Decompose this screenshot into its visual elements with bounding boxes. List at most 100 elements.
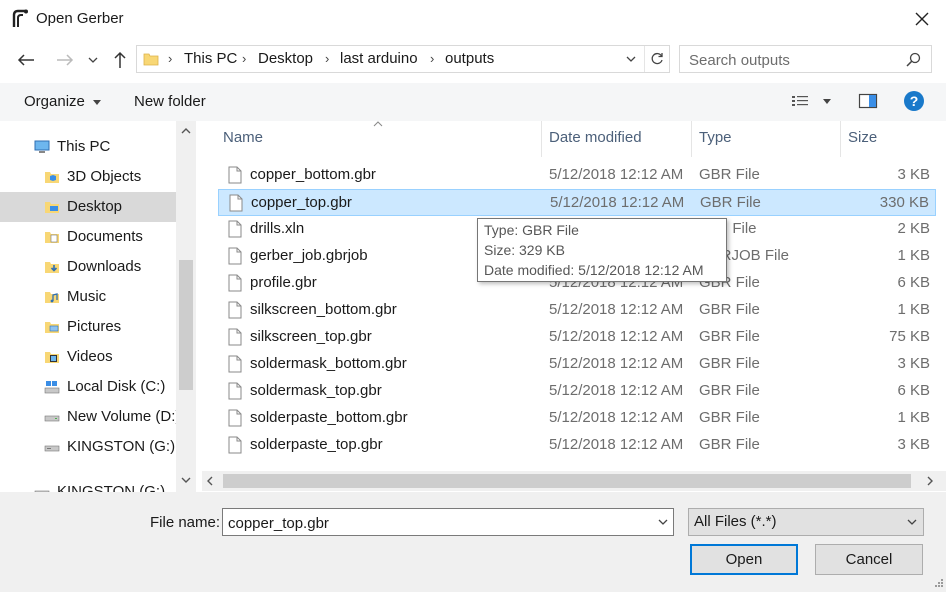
column-header-date[interactable]: Date modified: [549, 129, 642, 146]
file-list-scroll-thumb[interactable]: [223, 474, 911, 488]
sidebar-item-kingston-root[interactable]: KINGSTON (G:): [0, 477, 176, 492]
column-divider[interactable]: [541, 121, 542, 157]
file-icon: [228, 409, 242, 427]
chevron-right-icon[interactable]: ›: [325, 51, 329, 66]
chevron-right-icon[interactable]: ›: [242, 51, 246, 66]
filename-input[interactable]: [228, 513, 648, 533]
folder-videos-icon: [45, 352, 59, 363]
folder-downloads-icon: [45, 262, 59, 273]
column-header-name[interactable]: Name: [223, 129, 263, 146]
tooltip-size: Size: 329 KB: [484, 242, 565, 258]
scroll-down-arrow-icon[interactable]: [181, 476, 191, 484]
file-size: 6 KB: [897, 382, 930, 399]
column-divider[interactable]: [840, 121, 841, 157]
sidebar-item-label: KINGSTON (G:): [57, 483, 166, 492]
breadcrumb-desktop[interactable]: Desktop: [258, 50, 313, 67]
file-row[interactable]: solderpaste_top.gbr 5/12/2018 12:12 AM GBR…: [218, 432, 936, 459]
drive-icon: [44, 415, 60, 422]
column-divider[interactable]: [691, 121, 692, 157]
breadcrumb-last-arduino[interactable]: last arduino: [340, 50, 418, 67]
forward-button[interactable]: [52, 46, 78, 74]
file-type: GBR File: [699, 355, 760, 372]
sidebar-item-videos[interactable]: Videos: [0, 342, 176, 372]
sidebar-item-documents[interactable]: Documents: [0, 222, 176, 252]
preview-pane-icon[interactable]: [858, 92, 878, 110]
file-date: 5/12/2018 12:12 AM: [549, 409, 684, 426]
address-history-button[interactable]: [619, 46, 643, 72]
refresh-button[interactable]: [644, 46, 668, 72]
folder-music-icon: [45, 292, 59, 303]
file-name: silkscreen_bottom.gbr: [250, 301, 397, 318]
back-button[interactable]: [13, 46, 39, 74]
file-row[interactable]: silkscreen_bottom.gbr 5/12/2018 12:12 AM G…: [218, 297, 936, 324]
sidebar-item-downloads[interactable]: Downloads: [0, 252, 176, 282]
up-button[interactable]: [107, 46, 133, 74]
sidebar-item-new-volume[interactable]: New Volume (D:): [0, 402, 180, 432]
dropdown-arrow-icon: [823, 99, 831, 104]
breadcrumb-outputs[interactable]: outputs: [445, 50, 494, 67]
file-row[interactable]: silkscreen_top.gbr 5/12/2018 12:12 AM GBR …: [218, 324, 936, 351]
folder-desktop-icon: [45, 202, 59, 213]
chevron-down-icon[interactable]: [658, 519, 668, 525]
sidebar-item-label: Videos: [67, 348, 113, 365]
sidebar-item-label: Documents: [67, 228, 143, 245]
chevron-right-icon[interactable]: ›: [430, 51, 434, 66]
column-header-type[interactable]: Type: [699, 129, 732, 146]
search-box[interactable]: [679, 45, 932, 73]
file-name: copper_bottom.gbr: [250, 166, 376, 183]
sidebar-item-3d-objects[interactable]: 3D Objects: [0, 162, 176, 192]
search-input[interactable]: [689, 50, 889, 70]
local-disk-icon: [44, 381, 60, 394]
svg-text:?: ?: [910, 93, 919, 109]
open-button[interactable]: Open: [690, 544, 798, 575]
sidebar-scroll-thumb[interactable]: [179, 260, 193, 390]
resize-grip-icon[interactable]: [930, 576, 944, 590]
sidebar-item-local-disk[interactable]: Local Disk (C:): [0, 372, 176, 402]
sidebar-item-this-pc[interactable]: This PC: [0, 132, 176, 162]
file-icon: [228, 301, 242, 319]
file-icon: [228, 436, 242, 454]
file-type: GBR File: [699, 301, 760, 318]
file-icon: [228, 166, 242, 184]
search-icon[interactable]: [906, 52, 921, 67]
change-view-button[interactable]: [790, 93, 834, 111]
filetype-select[interactable]: All Files (*.*): [688, 508, 924, 536]
sidebar-item-music[interactable]: Music: [0, 282, 176, 312]
file-name: gerber_job.gbrjob: [250, 247, 368, 264]
cancel-button[interactable]: Cancel: [815, 544, 923, 575]
sidebar-item-label: KINGSTON (G:): [67, 438, 176, 455]
file-icon: [229, 194, 243, 212]
file-row[interactable]: soldermask_top.gbr 5/12/2018 12:12 AM GBR …: [218, 378, 936, 405]
breadcrumb-this-pc[interactable]: This PC: [184, 50, 237, 67]
file-row[interactable]: soldermask_bottom.gbr 5/12/2018 12:12 AM G…: [218, 351, 936, 378]
tooltip-date: Date modified: 5/12/2018 12:12 AM: [484, 262, 704, 278]
filetype-value: All Files (*.*): [694, 513, 777, 530]
column-header-size[interactable]: Size: [848, 129, 877, 146]
organize-menu[interactable]: Organize: [24, 93, 102, 110]
file-name: silkscreen_top.gbr: [250, 328, 372, 345]
scroll-up-arrow-icon[interactable]: [181, 127, 191, 135]
sidebar-item-kingston[interactable]: KINGSTON (G:): [0, 432, 176, 462]
file-type: GBR File: [699, 436, 760, 453]
file-row[interactable]: copper_bottom.gbr 5/12/2018 12:12 AM GBR F…: [218, 162, 936, 189]
chevron-right-icon[interactable]: ›: [168, 51, 172, 66]
new-folder-button[interactable]: New folder: [134, 93, 206, 110]
file-row[interactable]: copper_top.gbr 5/12/2018 12:12 AM GBR File…: [218, 189, 936, 216]
file-size: 2 KB: [897, 220, 930, 237]
file-name: soldermask_top.gbr: [250, 382, 382, 399]
close-icon[interactable]: [912, 9, 932, 29]
help-icon[interactable]: ?: [903, 90, 925, 112]
scroll-right-arrow-icon[interactable]: [926, 476, 934, 486]
organize-label: Organize: [24, 93, 85, 110]
chevron-down-icon: [626, 56, 636, 62]
filename-combobox[interactable]: [222, 508, 674, 536]
file-row[interactable]: solderpaste_bottom.gbr 5/12/2018 12:12 AM…: [218, 405, 936, 432]
address-bar[interactable]: › This PC › Desktop › last arduino › out…: [136, 45, 670, 73]
sort-ascending-icon: [373, 121, 383, 127]
file-tooltip: Type: GBR File Size: 329 KB Date modifie…: [477, 218, 727, 282]
scroll-left-arrow-icon[interactable]: [206, 476, 214, 486]
sidebar-item-pictures[interactable]: Pictures: [0, 312, 176, 342]
sidebar-item-desktop[interactable]: Desktop: [0, 192, 176, 222]
recent-locations-button[interactable]: [83, 46, 103, 74]
folder-icon: [143, 53, 159, 66]
